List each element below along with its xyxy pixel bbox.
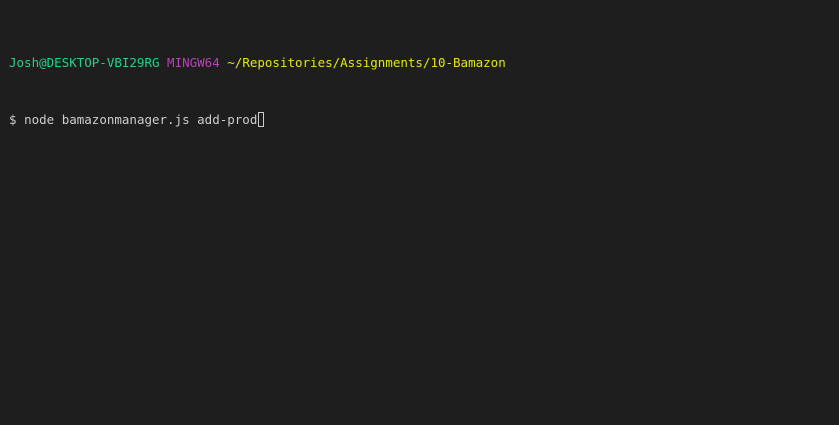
text-cursor [258,112,265,127]
prompt-header: Josh@DESKTOP-VBI29RG MINGW64 ~/Repositor… [9,53,839,72]
command-input[interactable]: node bamazonmanager.js add-prod [24,112,257,127]
cwd-path: ~/Repositories/Assignments/10-Bamazon [227,55,506,70]
command-line[interactable]: $ node bamazonmanager.js add-prod [9,110,839,129]
terminal-window[interactable]: Josh@DESKTOP-VBI29RG MINGW64 ~/Repositor… [0,0,839,425]
system-label: MINGW64 [167,55,220,70]
prompt-symbol: $ [9,112,17,127]
user-host-label: Josh@DESKTOP-VBI29RG [9,55,160,70]
